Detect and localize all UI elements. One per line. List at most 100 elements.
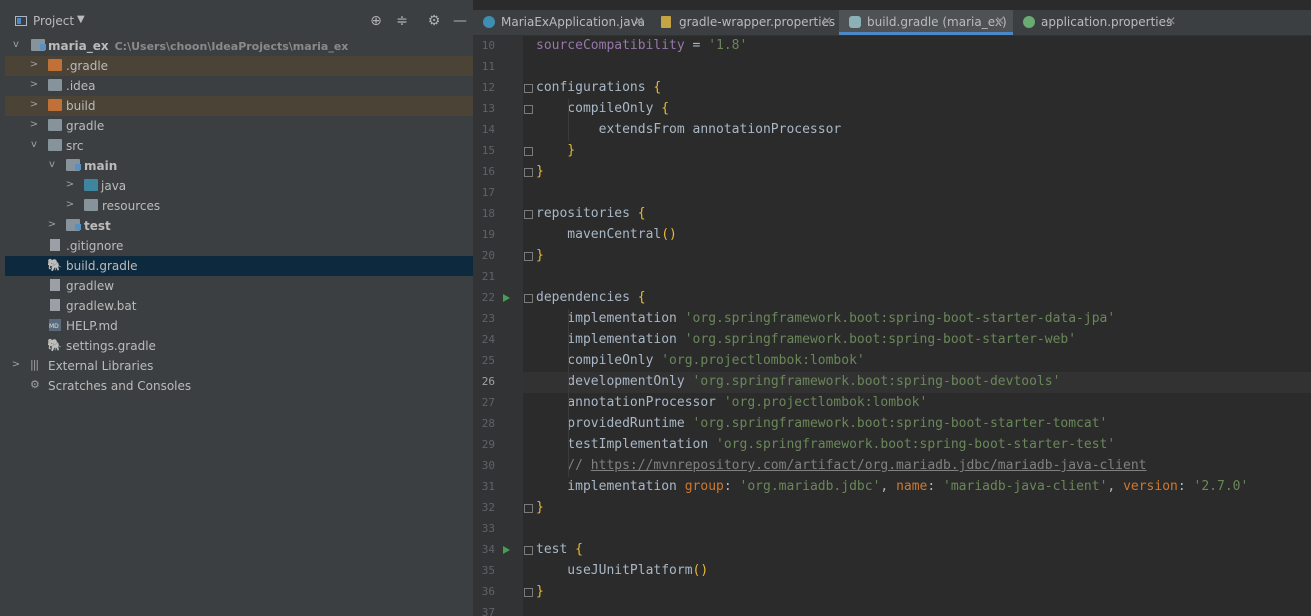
run-gutter-icon[interactable] <box>503 294 510 302</box>
close-icon[interactable]: ✕ <box>822 14 832 28</box>
fold-marker-icon[interactable] <box>524 147 533 156</box>
project-view-icon <box>15 16 27 26</box>
code-line[interactable]: // https://mvnrepository.com/artifact/or… <box>536 458 1147 473</box>
code-line[interactable]: configurations { <box>536 80 661 95</box>
chevron-down-icon[interactable]: ▼ <box>77 14 85 25</box>
code-line[interactable]: } <box>536 143 575 158</box>
code-line[interactable]: implementation group: 'org.mariadb.jdbc'… <box>536 479 1248 494</box>
line-number: 20 <box>481 249 495 262</box>
code-line[interactable]: } <box>536 584 544 599</box>
line-number: 22 <box>481 291 495 304</box>
tree-item-gitignore[interactable]: .gitignore <box>5 236 473 256</box>
chevron-right-icon[interactable]: > <box>29 99 39 111</box>
fold-marker-icon[interactable] <box>524 105 533 114</box>
code-line[interactable]: developmentOnly 'org.springframework.boo… <box>536 374 1060 389</box>
chevron-down-icon[interactable]: v <box>29 139 39 151</box>
tree-item-java[interactable]: > java <box>5 176 473 196</box>
code-token: 'org.springframework.boot:spring-boot-st… <box>684 311 1116 326</box>
code-line[interactable]: } <box>536 164 544 179</box>
close-icon[interactable]: ✕ <box>1166 14 1176 28</box>
scratches-icon: ⚙ <box>30 378 40 391</box>
code-line[interactable]: dependencies { <box>536 290 646 305</box>
code-token: { <box>653 80 662 95</box>
indent-guide <box>568 99 569 141</box>
line-number: 10 <box>481 39 495 52</box>
code-line[interactable]: test { <box>536 542 583 557</box>
tree-item-external-libraries[interactable]: > ||| External Libraries <box>5 356 473 376</box>
close-icon[interactable]: ✕ <box>995 14 1005 28</box>
tree-item-scratches[interactable]: ⚙ Scratches and Consoles <box>5 376 473 396</box>
chevron-right-icon[interactable]: > <box>29 59 39 71</box>
tree-item-maria-ex[interactable]: v maria_ex C:\Users\choon\IdeaProjects\ma… <box>5 36 473 56</box>
code-line[interactable]: sourceCompatibility = '1.8' <box>536 38 747 53</box>
tab-build-gradle[interactable]: build.gradle (maria_ex) ✕ <box>839 10 1013 35</box>
tree-item-gradle[interactable]: > gradle <box>5 116 473 136</box>
tree-item-build-gradle[interactable]: 🐘 build.gradle <box>5 256 473 276</box>
chevron-right-icon[interactable]: > <box>29 79 39 91</box>
code-token: 'org.springframework.boot:spring-boot-st… <box>716 437 1116 452</box>
tree-item-build[interactable]: > build <box>5 96 473 116</box>
fold-marker-icon[interactable] <box>524 168 533 177</box>
tree-item-gradlew[interactable]: gradlew <box>5 276 473 296</box>
tree-item-help-md[interactable]: HELP.md <box>5 316 473 336</box>
code-line[interactable]: testImplementation 'org.springframework.… <box>536 437 1115 452</box>
chevron-right-icon[interactable]: > <box>47 219 57 231</box>
line-number: 35 <box>481 564 495 577</box>
run-gutter-icon[interactable] <box>503 546 510 554</box>
code-line[interactable]: extendsFrom annotationProcessor <box>536 122 842 137</box>
fold-marker-icon[interactable] <box>524 588 533 597</box>
file-icon <box>50 299 60 311</box>
locate-file-icon[interactable]: ⊕ <box>367 12 385 30</box>
tree-item-gradlew-bat[interactable]: gradlew.bat <box>5 296 473 316</box>
gear-icon[interactable]: ⚙ <box>425 12 443 30</box>
code-token: { <box>637 290 646 305</box>
code-line[interactable]: compileOnly { <box>536 101 669 116</box>
chevron-down-icon[interactable]: v <box>11 39 21 51</box>
tab-gradle-wrapper-properties[interactable]: gradle-wrapper.properties ✕ <box>651 10 839 35</box>
tree-item-idea[interactable]: > .idea <box>5 76 473 96</box>
tree-item-src[interactable]: v src <box>5 136 473 156</box>
minimize-icon[interactable]: — <box>451 12 469 30</box>
tree-item-test[interactable]: > test <box>5 216 473 236</box>
chevron-right-icon[interactable]: > <box>11 359 21 371</box>
fold-marker-icon[interactable] <box>524 84 533 93</box>
tree-item-label: java <box>101 179 127 193</box>
tree-item-settings-gradle[interactable]: 🐘 settings.gradle <box>5 336 473 356</box>
tab-label: application.properties <box>1041 15 1173 29</box>
code-line[interactable]: useJUnitPlatform() <box>536 563 708 578</box>
code-editor[interactable]: 10 11 12 13 14 15 16 17 18 19 20 21 22 23 24 25 26 27 28 29… <box>473 36 1311 616</box>
code-line[interactable]: implementation 'org.springframework.boot… <box>536 311 1115 326</box>
fold-marker-icon[interactable] <box>524 294 533 303</box>
code-line[interactable]: providedRuntime 'org.springframework.boo… <box>536 416 1107 431</box>
chevron-right-icon[interactable]: > <box>65 199 75 211</box>
module-folder-icon <box>66 219 81 231</box>
code-line[interactable]: } <box>536 248 544 263</box>
fold-marker-icon[interactable] <box>524 252 533 261</box>
code-token: configurations <box>536 80 654 95</box>
project-view-selector[interactable]: Project <box>33 14 74 28</box>
tree-item-main[interactable]: v main <box>5 156 473 176</box>
code-line[interactable]: implementation 'org.springframework.boot… <box>536 332 1076 347</box>
code-line[interactable]: repositories { <box>536 206 646 221</box>
chevron-right-icon[interactable]: > <box>29 119 39 131</box>
chevron-down-icon[interactable]: v <box>47 159 57 171</box>
collapse-all-icon[interactable]: ≑ <box>393 12 411 30</box>
code-line[interactable]: } <box>536 500 544 515</box>
fold-marker-icon[interactable] <box>524 546 533 555</box>
close-icon[interactable]: ✕ <box>634 14 644 28</box>
tree-item-label: External Libraries <box>48 359 154 373</box>
code-line[interactable]: compileOnly 'org.projectlombok:lombok' <box>536 353 865 368</box>
tree-item-resources[interactable]: > resources <box>5 196 473 216</box>
tab-maria-ex-application[interactable]: MariaExApplication.java ✕ <box>473 10 651 35</box>
tab-application-properties[interactable]: application.properties ✕ <box>1013 10 1183 35</box>
tree-item-label: main <box>84 159 118 173</box>
line-number: 14 <box>481 123 495 136</box>
code-line[interactable]: mavenCentral() <box>536 227 677 242</box>
tree-item-gradle-dir[interactable]: > .gradle <box>5 56 473 76</box>
code-link[interactable]: https://mvnrepository.com/artifact/org.m… <box>591 458 1147 473</box>
code-token: 'org.projectlombok:lombok' <box>661 353 865 368</box>
chevron-right-icon[interactable]: > <box>65 179 75 191</box>
code-line[interactable]: annotationProcessor 'org.projectlombok:l… <box>536 395 927 410</box>
fold-marker-icon[interactable] <box>524 210 533 219</box>
fold-marker-icon[interactable] <box>524 504 533 513</box>
